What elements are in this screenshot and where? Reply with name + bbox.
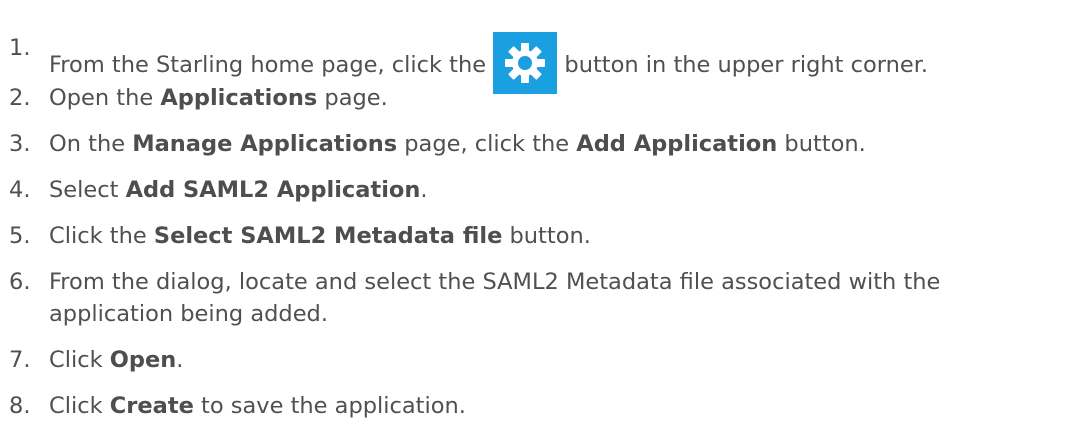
step-number: 7. <box>9 347 31 373</box>
step-text-before: On the <box>49 131 126 157</box>
step-6-line-2: application being added. <box>0 298 1085 330</box>
step-text-after: button. <box>509 223 591 249</box>
step-text: On the Manage Applications page, click t… <box>49 128 1085 160</box>
step-text-after: to save the application. <box>201 393 466 419</box>
step-text-before: Click <box>49 347 103 373</box>
step-number: 3. <box>9 131 31 157</box>
gear-icon-graphic <box>505 43 546 83</box>
step-text-before: Open the <box>49 85 154 111</box>
step-2: 2. Open the Applications page. <box>0 82 1085 114</box>
step-ui-term: Create <box>109 393 194 419</box>
step-7: 7. Click Open. <box>0 344 1085 376</box>
step-text-after: . <box>420 177 428 203</box>
instruction-steps: 1. From the Starling home page, click th… <box>0 0 1091 437</box>
step-text-after: . <box>176 347 184 373</box>
step-text: Click Create to save the application. <box>49 390 1085 422</box>
step-ui-term: Manage Applications <box>132 131 398 157</box>
step-number: 2. <box>9 85 31 111</box>
step-text: Open the Applications page. <box>49 82 1085 114</box>
step-number: 4. <box>9 177 31 203</box>
step-text: Select Add SAML2 Application. <box>49 174 1085 206</box>
step-text-after: button in the upper right corner. <box>564 52 929 78</box>
step-text-after: button. <box>784 131 866 157</box>
step-3: 3. On the Manage Applications page, clic… <box>0 128 1085 160</box>
step-ui-term: Select SAML2 Metadata file <box>153 223 503 249</box>
step-number: 6. <box>9 269 31 295</box>
step-4: 4. Select Add SAML2 Application. <box>0 174 1085 206</box>
step-text-after: page. <box>324 85 388 111</box>
step-ui-term: Open <box>109 347 177 373</box>
step-number: 8. <box>9 393 31 419</box>
step-text-before: From the Starling home page, click the <box>49 52 487 78</box>
step-text: Click Open. <box>49 344 1085 376</box>
step-text-before: Click <box>49 393 103 419</box>
step-text-continued: application being added. <box>49 301 328 327</box>
step-ui-term: Add Application <box>576 131 778 157</box>
step-ui-term: Applications <box>160 85 318 111</box>
step-8: 8. Click Create to save the application. <box>0 390 1085 422</box>
step-text: Click the Select SAML2 Metadata file but… <box>49 220 1085 252</box>
step-6-line-1: 6. From the dialog, locate and select th… <box>0 266 1085 298</box>
step-text-middle: page, click the <box>404 131 570 157</box>
step-number: 5. <box>9 223 31 249</box>
step-text-before: Select <box>49 177 119 203</box>
step-text: From the dialog, locate and select the S… <box>49 269 941 295</box>
step-text-before: Click the <box>49 223 147 249</box>
step-6: 6. From the dialog, locate and select th… <box>0 266 1085 330</box>
step-ui-term: Add SAML2 Application <box>125 177 421 203</box>
step-5: 5. Click the Select SAML2 Metadata file … <box>0 220 1085 252</box>
